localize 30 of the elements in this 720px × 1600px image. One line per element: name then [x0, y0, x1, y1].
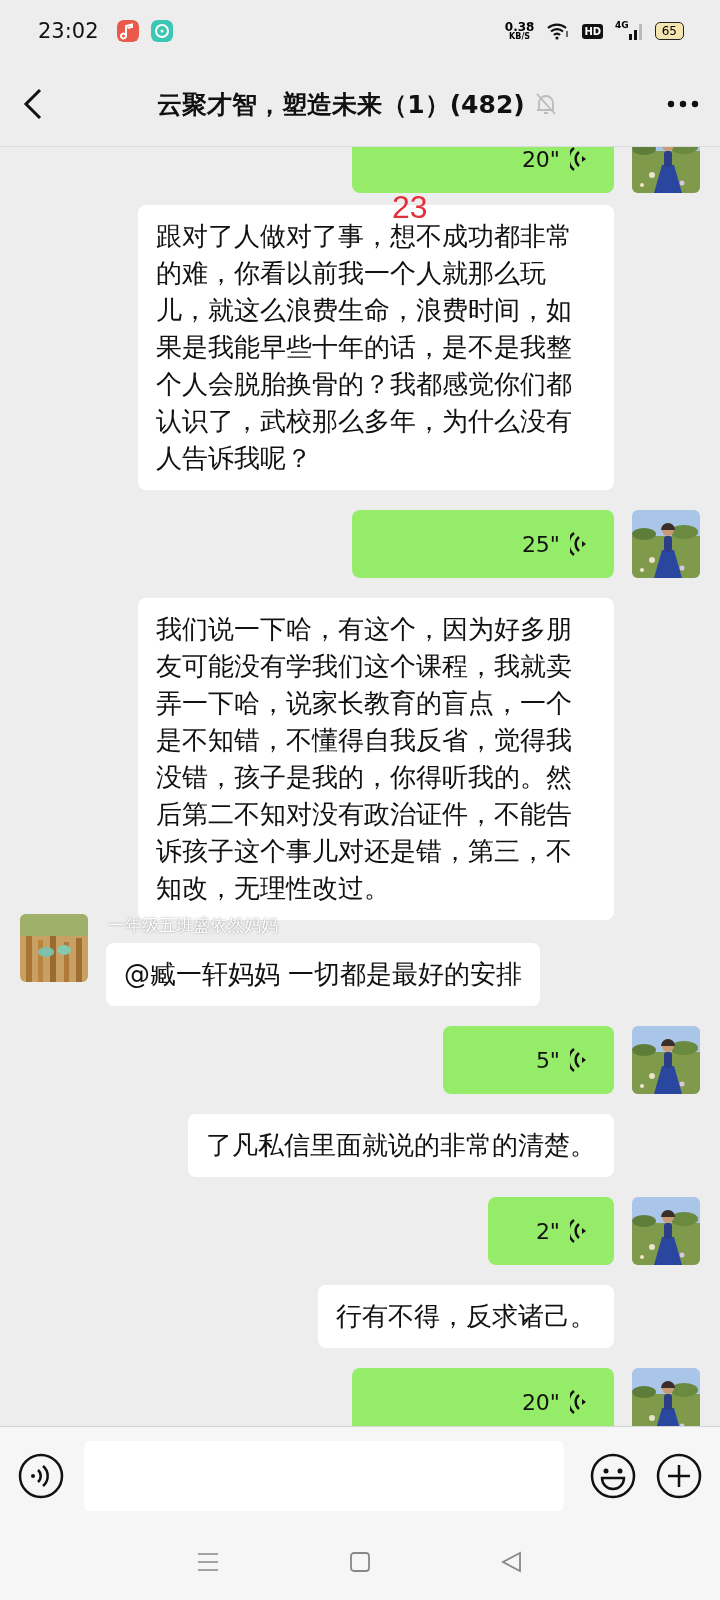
battery-level: 65	[654, 22, 684, 40]
voice-message[interactable]: 20"	[352, 147, 614, 193]
voice-wave-icon	[570, 1047, 588, 1073]
emoji-icon[interactable]	[590, 1453, 636, 1499]
chat-title: 云聚才智，塑造未来（1）(482)	[157, 88, 525, 121]
hd-badge: HD	[582, 23, 604, 39]
network-speed: 0.38 KB/S	[504, 21, 535, 41]
voice-message[interactable]: 5"	[443, 1026, 614, 1094]
voice-wave-icon	[570, 1389, 588, 1415]
wifi-icon	[546, 22, 571, 40]
voice-wave-icon	[570, 1218, 588, 1244]
voice-message[interactable]: 20"	[352, 1368, 614, 1427]
message-bubble: 行有不得，反求诸己。	[318, 1285, 614, 1348]
network-type: 4G	[615, 20, 629, 30]
back-triangle-icon[interactable]	[501, 1551, 523, 1573]
message-bubble: 我们说一下哈，有这个，因为好多朋友可能没有学我们这个课程，我就卖弄一下哈，说家长教育的盲点，一个是不知错，不懂得自我反省，觉得我没错，孩子是我的，你得听我的。然后第二不知对没有政治证件，不能告诉孩子这个事儿对还是错，第三，不知改，无理性改过。	[138, 598, 614, 920]
message-bubble: 了凡私信里面就说的非常的清楚。	[188, 1114, 614, 1177]
music-note-icon	[116, 20, 139, 42]
voice-message[interactable]: 25"	[352, 510, 614, 578]
overlay-number: 23	[392, 191, 428, 223]
voice-wave-icon	[570, 531, 588, 557]
signal-icon	[628, 22, 643, 40]
home-square-icon[interactable]	[349, 1551, 371, 1573]
voice-wave-icon	[570, 147, 588, 172]
add-icon[interactable]	[656, 1453, 702, 1499]
more-icon[interactable]	[666, 99, 700, 109]
status-time: 23:02	[38, 19, 99, 43]
voice-message[interactable]: 2"	[488, 1197, 614, 1265]
voice-input-icon[interactable]	[18, 1453, 64, 1499]
message-bubble: @臧一轩妈妈 一切都是最好的安排	[106, 943, 541, 1006]
